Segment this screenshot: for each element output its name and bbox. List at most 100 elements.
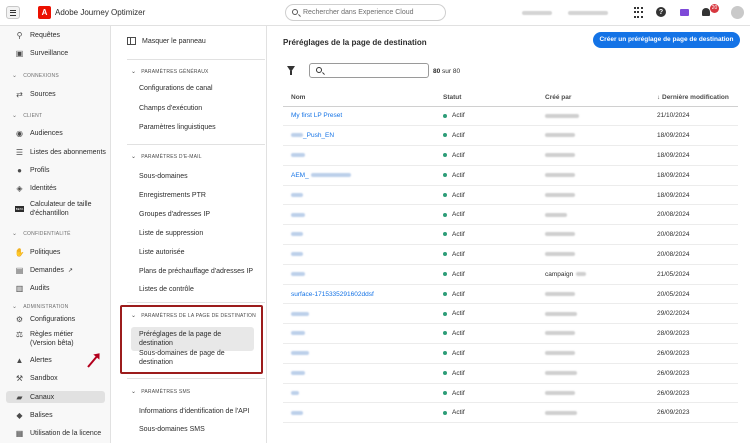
table-row[interactable]: Actif 26/09/2023 [283, 363, 738, 384]
panel-item-subdomains[interactable]: Sous-domaines [139, 172, 188, 181]
preset-name-link[interactable]: _Push_EN [283, 125, 435, 147]
table-row[interactable]: My first LP Preset Actif 21/10/2024 [283, 106, 738, 127]
last-modified-cell: 20/08/2024 [649, 204, 738, 226]
panel-item-ip-pools[interactable]: Groupes d'adresses IP [139, 210, 210, 219]
announcement-icon[interactable] [678, 6, 690, 18]
status-cell: Actif [435, 284, 537, 305]
last-modified-cell: 26/09/2023 [649, 383, 738, 404]
nav-item-audiences[interactable]: ◉ Audiences [15, 127, 63, 139]
nav-item-calculateur[interactable]: BETA Calculateur de taille d'échantillon [15, 200, 91, 222]
nav-item-sources[interactable]: ⇄ Sources [15, 88, 56, 100]
table-row[interactable]: Actif campaign 21/05/2024 [283, 264, 738, 285]
preset-name-link[interactable] [283, 402, 435, 424]
nav-section-connexions[interactable]: ⌄ CONNEXIONS [12, 72, 59, 80]
panel-item-language-settings[interactable]: Paramètres linguistiques [139, 123, 216, 132]
menu-toggle-button[interactable] [6, 6, 20, 19]
help-icon[interactable]: ? [656, 7, 666, 17]
section-sms-settings[interactable]: ⌄ PARAMÈTRES SMS [131, 388, 190, 396]
last-modified-cell: 20/08/2024 [649, 244, 738, 265]
sandbox-switcher[interactable] [568, 11, 608, 15]
preset-name-link[interactable] [283, 363, 435, 384]
nav-section-client[interactable]: ⌄ CLIENT [12, 112, 42, 120]
nav-item-requetes[interactable]: ⚲ Requêtes [15, 29, 60, 41]
table-row[interactable]: surface-1715335291602ddsf Actif 20/05/2024 [283, 284, 738, 305]
list-icon: ☰ [15, 147, 24, 157]
nav-item-balises[interactable]: ◆ Balises [15, 409, 52, 421]
panel-item-ptr-records[interactable]: Enregistrements PTR [139, 191, 206, 200]
preset-name-link[interactable] [283, 303, 435, 325]
section-email-settings[interactable]: ⌄ PARAMÈTRES D'E-MAIL [131, 153, 202, 161]
last-modified-cell: 21/10/2024 [649, 106, 738, 127]
table-row[interactable]: Actif 20/08/2024 [283, 224, 738, 246]
table-row[interactable]: _Push_EN Actif 18/09/2024 [283, 125, 738, 147]
table-row[interactable]: Actif 20/08/2024 [283, 204, 738, 226]
nav-item-surveillance[interactable]: ▣ Surveillance [15, 47, 68, 59]
nav-item-listes-abonnements[interactable]: ☰ Listes des abonnements [15, 146, 106, 158]
hide-panel-button[interactable]: Masquer le panneau [127, 37, 206, 45]
panel-item-execution-fields[interactable]: Champs d'exécution [139, 104, 202, 113]
table-row[interactable]: Actif 28/09/2023 [283, 323, 738, 345]
nav-item-canaux[interactable]: ▰ Canaux [6, 391, 105, 403]
table-row[interactable]: Actif 26/09/2023 [283, 402, 738, 424]
nav-item-utilisation-licence[interactable]: ▦ Utilisation de la licence [15, 427, 101, 439]
profile-icon: ● [17, 165, 22, 175]
nav-section-administration[interactable]: ⌄ ADMINISTRATION [12, 303, 68, 311]
filter-icon[interactable] [287, 66, 295, 75]
status-cell: Actif [435, 185, 537, 206]
preset-name-link[interactable]: surface-1715335291602ddsf [283, 284, 435, 305]
table-row[interactable]: Actif 26/09/2023 [283, 343, 738, 364]
preset-name-link[interactable]: AEM_ [283, 165, 435, 186]
nav-item-politiques[interactable]: ✋ Politiques [14, 246, 61, 258]
preset-name-link[interactable] [283, 343, 435, 364]
table-row[interactable]: Actif 18/09/2024 [283, 145, 738, 166]
panel-item-sms-subdomains[interactable]: Sous-domaines SMS [139, 425, 205, 434]
table-row[interactable]: AEM_ Actif 18/09/2024 [283, 165, 738, 186]
column-header-name[interactable]: Nom [283, 90, 435, 107]
nav-item-profils[interactable]: ● Profils [15, 164, 49, 176]
panel-item-suppression-list[interactable]: Liste de suppression [139, 229, 203, 238]
column-header-created-by[interactable]: Créé par [537, 90, 649, 107]
create-preset-button[interactable]: Créer un préréglage de page de destinati… [593, 32, 740, 48]
table-row[interactable]: Actif 26/09/2023 [283, 383, 738, 404]
nav-item-sandbox[interactable]: ⚒ Sandbox [15, 372, 58, 384]
policy-icon: ✋ [14, 247, 25, 257]
panel-item-seed-lists[interactable]: Listes de contrôle [139, 285, 194, 294]
panel-item-api-credentials[interactable]: Informations d'identification de l'API [139, 407, 249, 416]
preset-name-link[interactable] [283, 323, 435, 345]
avatar[interactable] [731, 6, 744, 19]
created-by-cell [537, 383, 649, 404]
column-header-status[interactable]: Statut [435, 90, 537, 107]
created-by-cell [537, 244, 649, 265]
nav-item-alertes[interactable]: ▲ Alertes [15, 354, 52, 366]
section-general-settings[interactable]: ⌄ PARAMÈTRES GÉNÉRAUX [131, 68, 209, 76]
app-title[interactable]: Adobe Journey Optimizer [55, 8, 145, 17]
table-row[interactable]: Actif 18/09/2024 [283, 185, 738, 206]
preset-name-link[interactable] [283, 185, 435, 206]
rules-icon: ⚖ [15, 330, 24, 339]
panel-item-ip-warmup[interactable]: Plans de préchauffage d'adresses IP [139, 267, 253, 276]
table-row[interactable]: Actif 29/02/2024 [283, 303, 738, 325]
preset-name-link[interactable] [283, 224, 435, 246]
org-switcher[interactable] [522, 11, 552, 15]
column-header-last-modified[interactable]: ↓ Dernière modification [649, 90, 738, 107]
nav-section-confidentialite[interactable]: ⌄ CONFIDENTIALITÉ [12, 230, 71, 238]
table-row[interactable]: Actif 20/08/2024 [283, 244, 738, 265]
preset-name-link[interactable] [283, 264, 435, 285]
table-search-input[interactable] [309, 63, 429, 78]
preset-name-link[interactable] [283, 383, 435, 404]
panel-item-allowed-list[interactable]: Liste autorisée [139, 248, 185, 257]
nav-item-audits[interactable]: ▥ Audits [15, 282, 50, 294]
preset-name-link[interactable]: My first LP Preset [283, 106, 435, 127]
global-search-input[interactable]: Rechercher dans Experience Cloud [285, 4, 446, 21]
preset-name-link[interactable] [283, 204, 435, 226]
nav-item-configurations[interactable]: ⚙ Configurations [15, 313, 75, 325]
preset-name-link[interactable] [283, 145, 435, 166]
nav-item-regles-metier[interactable]: ⚖ Règles métier (Version bêta) [15, 330, 74, 352]
status-dot-icon [443, 311, 447, 316]
apps-grid-icon[interactable] [632, 6, 644, 18]
nav-item-identites[interactable]: ◈ Identités [15, 182, 56, 194]
panel-item-channel-config[interactable]: Configurations de canal [139, 84, 213, 93]
preset-name-link[interactable] [283, 244, 435, 265]
status-dot-icon [443, 351, 447, 356]
nav-item-demandes[interactable]: ▤ Demandes ↗ [15, 264, 73, 276]
